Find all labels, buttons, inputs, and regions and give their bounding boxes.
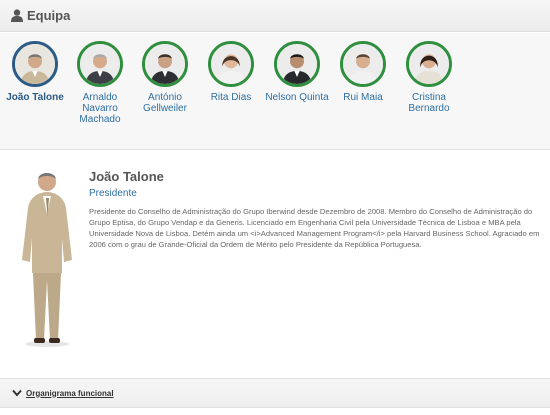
portrait-icon	[211, 44, 251, 84]
profile-panel: João Talone Presidente Presidente do Con…	[0, 150, 550, 378]
avatar	[142, 41, 188, 87]
avatar	[77, 41, 123, 87]
chevron-down-icon	[12, 389, 22, 397]
member-name: João Talone	[6, 92, 64, 103]
member-name: Rita Dias	[210, 92, 252, 103]
portrait-icon	[80, 44, 120, 84]
member-name: António Gellweiler	[143, 92, 187, 114]
member-name: Cristina Bernardo	[408, 92, 450, 114]
member-name: Rui Maia	[343, 92, 383, 103]
profile-bio: Presidente do Conselho de Administração …	[89, 207, 540, 249]
avatar	[340, 41, 386, 87]
portrait-icon	[343, 44, 383, 84]
portrait-icon	[409, 44, 449, 84]
portrait-icon	[277, 44, 317, 84]
member-name: Nelson Quinta	[265, 92, 329, 103]
profile-role: Presidente	[89, 188, 137, 199]
avatar	[274, 41, 320, 87]
team-member-rita-dias[interactable]: Rita Dias	[196, 41, 266, 103]
section-header: Equipa	[0, 0, 550, 32]
team-member-antonio-gellweiler[interactable]: António Gellweiler	[130, 41, 200, 114]
portrait-icon	[145, 44, 185, 84]
team-member-arnaldo-navarro-machado[interactable]: Arnaldo Navarro Machado	[65, 41, 135, 125]
avatar	[12, 41, 58, 87]
team-member-cristina-bernardo[interactable]: Cristina Bernardo	[394, 41, 464, 114]
team-member-joao-talone[interactable]: João Talone	[0, 41, 70, 103]
user-icon	[11, 9, 23, 22]
avatar	[208, 41, 254, 87]
profile-name: João Talone	[89, 169, 164, 184]
avatar	[406, 41, 452, 87]
team-strip: João Talone Arnaldo Navarro Machado Antó	[0, 33, 550, 150]
org-chart-link[interactable]: Organigrama funcional	[26, 389, 114, 398]
org-chart-toggle[interactable]: Organigrama funcional	[0, 378, 550, 408]
portrait-icon	[15, 44, 55, 84]
section-title: Equipa	[27, 8, 71, 23]
team-member-nelson-quinta[interactable]: Nelson Quinta	[262, 41, 332, 103]
member-name: Arnaldo Navarro Machado	[79, 92, 121, 125]
person-photo	[22, 173, 72, 347]
team-member-rui-maia[interactable]: Rui Maia	[328, 41, 398, 103]
